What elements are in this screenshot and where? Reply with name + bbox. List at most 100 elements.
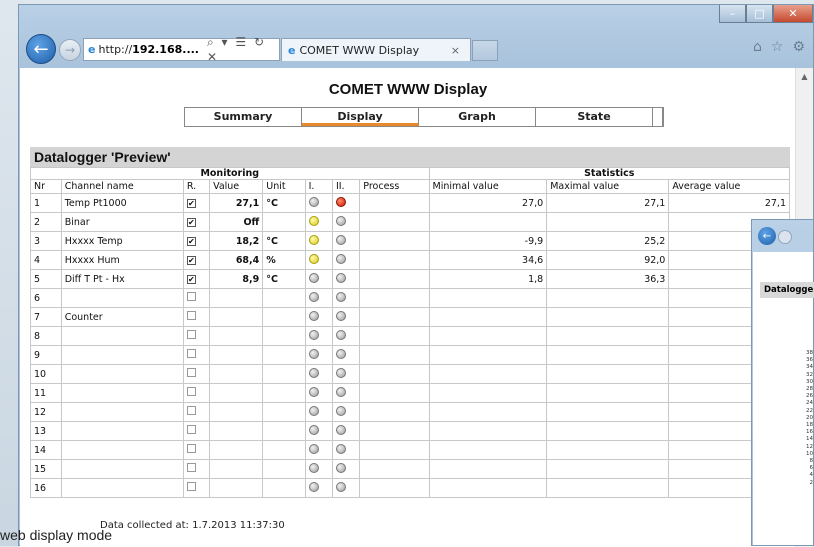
minimal-value [428,364,548,384]
minimal-value: 34,6 [428,250,548,270]
alarm-1-cell [304,250,333,270]
minimize-button[interactable]: – [719,5,746,23]
forward-arrow-icon[interactable] [778,230,792,244]
maximal-value [546,288,670,308]
axis-tick-label: 30 [806,378,813,385]
minimal-value [428,459,548,479]
maximal-value: 25,2 [546,231,670,251]
status-led-icon [308,310,319,321]
alarm-2-cell [331,212,361,232]
status-led-icon [308,253,319,264]
menu-spacer [653,108,663,126]
checkbox-icon[interactable] [186,311,196,320]
channel-value [209,345,264,365]
channel-value [209,440,264,460]
maximize-button[interactable]: □ [746,5,773,23]
checkbox-icon[interactable] [186,425,196,434]
alarm-2-cell [331,250,361,270]
back-arrow-icon[interactable]: ← [26,34,56,64]
data-collected-timestamp: Data collected at: 1.7.2013 11:37:30 [100,520,285,531]
column-header: Process [359,179,430,194]
new-tab-button[interactable] [472,40,498,61]
alarm-2-cell [331,459,361,479]
status-led-icon [308,367,319,378]
table-row: 8 [30,326,790,346]
record-cell [182,326,211,346]
axis-tick-label: 12 [806,443,813,450]
channel-number: 13 [30,421,62,441]
alarm-1-cell [304,421,333,441]
checkbox-icon[interactable] [186,330,196,339]
channel-number: 1 [30,193,62,213]
checkbox-icon[interactable] [186,349,196,358]
table-row: 9 [30,345,790,365]
channel-name [60,345,184,365]
browser-tab[interactable]: e COMET WWW Display × [281,38,471,61]
alarm-2-cell [331,345,361,365]
close-window-button[interactable]: ✕ [773,5,813,23]
home-icon[interactable]: ⌂ [753,39,762,55]
record-cell: ✔ [182,250,211,270]
checkbox-icon[interactable]: ✔ [186,255,196,265]
status-led-icon [335,310,346,321]
status-led-icon [335,329,346,340]
scroll-up-icon[interactable]: ▲ [796,72,813,81]
address-bar[interactable]: e http://192.168.... ⌕ ▾ ☰ ↻ ✕ [83,35,280,64]
channel-number: 15 [30,459,62,479]
minimal-value: 27,0 [428,193,548,213]
checkbox-icon[interactable] [186,292,196,301]
status-led-icon [335,348,346,359]
checkbox-icon[interactable]: ✔ [186,236,196,246]
status-led-icon [308,234,319,245]
axis-tick-label: 4 [809,472,814,479]
checkbox-icon[interactable] [186,368,196,377]
axis-tick-label: 2 [809,479,814,486]
address-tools[interactable]: ⌕ ▾ ☰ ↻ ✕ [207,35,279,64]
checkbox-icon[interactable]: ✔ [186,274,196,284]
back-arrow-icon[interactable]: ← [758,227,776,245]
checkbox-icon[interactable]: ✔ [186,217,196,227]
favorites-star-icon[interactable]: ☆ [771,39,784,55]
menu-item-graph[interactable]: Graph [419,108,536,126]
column-header: Average value [668,179,790,194]
status-led-icon [335,291,346,302]
status-led-icon [335,405,346,416]
channel-value [209,402,264,422]
channel-number: 8 [30,326,62,346]
alarm-1-cell [304,459,333,479]
menu-item-summary[interactable]: Summary [185,108,302,126]
checkbox-icon[interactable] [186,482,196,491]
tab-close-icon[interactable]: × [451,44,460,57]
settings-gear-icon[interactable]: ⚙ [792,39,805,55]
maximal-value [546,421,670,441]
menu-item-state[interactable]: State [536,108,653,126]
channel-value [209,383,264,403]
monitoring-header: Monitoring [30,167,430,180]
checkbox-icon[interactable]: ✔ [186,198,196,208]
channel-number: 14 [30,440,62,460]
process-cell [359,459,430,479]
channels-table: Monitoring Statistics Nr Channel name R. Va… [30,167,790,498]
forward-arrow-icon[interactable]: → [59,39,81,61]
table-row: 16 [30,478,790,498]
checkbox-icon[interactable] [186,444,196,453]
axis-tick-label: 14 [806,436,813,443]
process-cell [359,307,430,327]
window-caption-buttons: – □ ✕ [719,5,813,27]
checkbox-icon[interactable] [186,406,196,415]
alarm-1-cell [304,307,333,327]
alarm-1-cell [304,269,333,289]
record-cell: ✔ [182,212,211,232]
status-led-icon [308,443,319,454]
checkbox-icon[interactable] [186,463,196,472]
record-cell [182,402,211,422]
menu-item-display[interactable]: Display [302,108,419,126]
table-row: 5 Diff T Pt - Hx ✔ 8,9 °C 1,8 36,3 [30,269,790,289]
channel-value [209,421,264,441]
table-row: 15 [30,459,790,479]
minimal-value [428,326,548,346]
channel-unit [262,364,306,384]
checkbox-icon[interactable] [186,387,196,396]
record-cell [182,345,211,365]
main-menu: Summary Display Graph State [184,107,664,127]
